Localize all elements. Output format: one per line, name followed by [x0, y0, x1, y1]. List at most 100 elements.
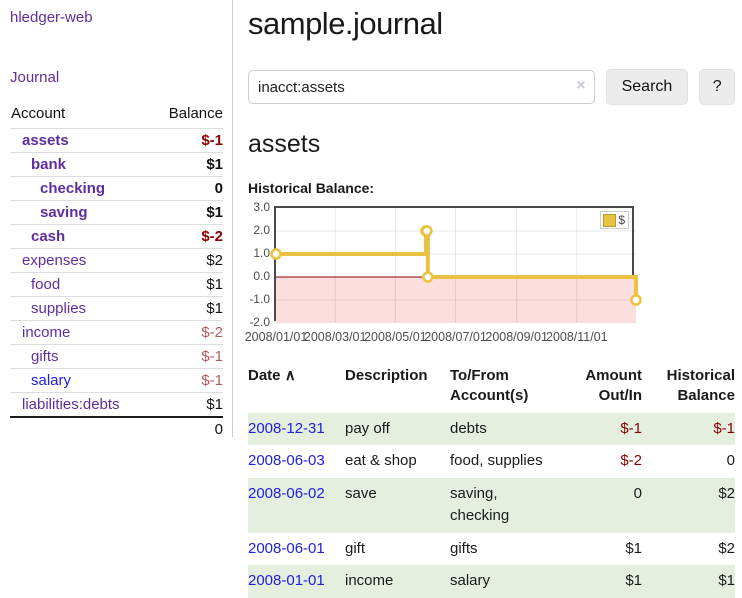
help-button[interactable]: ? [699, 69, 735, 105]
sidebar: hledger-web Journal Account Balance asse… [0, 0, 233, 437]
transaction-balance: $2 [642, 533, 735, 566]
account-balance: $1 [152, 153, 223, 177]
account-balance: $-2 [152, 225, 223, 249]
transaction-date-link[interactable]: 2008-06-02 [248, 485, 325, 502]
transaction-description: income [345, 565, 450, 598]
account-row: cash $-2 [10, 225, 223, 249]
account-row: gifts $-1 [10, 345, 223, 369]
x-axis-tick-label: 2008/11/01 [546, 330, 608, 344]
chart-plot-area[interactable]: $ [274, 206, 634, 321]
account-link-salary[interactable]: salary [31, 372, 71, 389]
account-column-header: Account [10, 103, 152, 129]
y-axis-tick-label: 3.0 [246, 200, 270, 214]
app-title-link[interactable]: hledger-web [10, 9, 93, 26]
account-balance: $-1 [152, 369, 223, 393]
transaction-date-link[interactable]: 2008-01-01 [248, 572, 325, 589]
balance-column-header: Balance [152, 103, 223, 129]
transaction-description: pay off [345, 413, 450, 446]
transaction-row: 2008-01-01 income salary $1 $1 [248, 565, 735, 598]
account-balance: $1 [152, 201, 223, 225]
account-balance: $-1 [152, 345, 223, 369]
account-link-expenses[interactable]: expenses [22, 252, 86, 269]
account-link-gifts[interactable]: gifts [31, 348, 59, 365]
account-heading: assets [248, 130, 735, 159]
transaction-balance: $2 [642, 478, 735, 533]
x-axis-tick-label: 2008/05/01 [364, 330, 427, 344]
transaction-balance: $1 [642, 565, 735, 598]
account-balance: $2 [152, 249, 223, 273]
account-link-saving[interactable]: saving [40, 204, 88, 221]
transaction-date-link[interactable]: 2008-06-03 [248, 452, 325, 469]
transaction-amount: 0 [562, 478, 642, 533]
account-row: saving $1 [10, 201, 223, 225]
chart-title: Historical Balance: [248, 180, 735, 196]
clear-search-icon[interactable]: × [576, 77, 585, 95]
balance-total: 0 [152, 417, 223, 441]
chart-legend: $ [600, 211, 629, 229]
transaction-amount: $-2 [562, 445, 642, 478]
transactions-header-row: Date ∧ Description To/From Account(s) Am… [248, 366, 735, 413]
description-column-header: Description [345, 366, 450, 413]
historical-balance-chart: $ 3.02.01.00.0-1.0-2.02008/01/012008/03/… [248, 206, 735, 348]
transaction-balance: $-1 [642, 413, 735, 446]
y-axis-tick-label: -2.0 [246, 315, 270, 329]
account-link-checking[interactable]: checking [40, 180, 105, 197]
account-table-header-row: Account Balance [10, 103, 223, 129]
journal-link[interactable]: Journal [10, 69, 59, 86]
amount-column-header: Amount Out/In [562, 366, 642, 413]
search-input[interactable] [248, 70, 595, 104]
account-link-liabilities-debts[interactable]: liabilities:debts [22, 396, 120, 413]
sort-ascending-icon: ∧ [285, 367, 296, 384]
account-link-bank[interactable]: bank [31, 156, 66, 173]
transaction-accounts: saving, checking [450, 478, 562, 533]
transaction-row: 2008-06-02 save saving, checking 0 $2 [248, 478, 735, 533]
account-balance-table: Account Balance assets $-1 bank $1 check… [10, 103, 223, 441]
series-legend-label: $ [618, 213, 625, 227]
account-link-income[interactable]: income [22, 324, 70, 341]
transaction-accounts: salary [450, 565, 562, 598]
account-balance: $-1 [152, 129, 223, 153]
accounts-column-header: To/From Account(s) [450, 366, 562, 413]
account-balance: $1 [152, 297, 223, 321]
account-balance: $1 [152, 273, 223, 297]
transactions-table: Date ∧ Description To/From Account(s) Am… [248, 366, 735, 598]
x-axis-tick-label: 2008/01/01 [245, 330, 308, 344]
x-axis-tick-label: 2008/09/01 [485, 330, 548, 344]
account-row: salary $-1 [10, 369, 223, 393]
balance-column-header: Historical Balance [642, 366, 735, 413]
y-axis-tick-label: 0.0 [246, 269, 270, 283]
series-color-swatch [603, 214, 616, 227]
y-axis-tick-label: -1.0 [246, 292, 270, 306]
x-axis-tick-label: 2008/07/01 [424, 330, 487, 344]
transaction-date-link[interactable]: 2008-06-01 [248, 540, 325, 557]
transaction-row: 2008-06-03 eat & shop food, supplies $-2… [248, 445, 735, 478]
account-row: assets $-1 [10, 129, 223, 153]
transaction-row: 2008-12-31 pay off debts $-1 $-1 [248, 413, 735, 446]
main-content: sample.journal × Search ? assets Histori… [248, 0, 735, 598]
account-link-cash[interactable]: cash [31, 228, 65, 245]
transaction-amount: $-1 [562, 413, 642, 446]
transaction-accounts: gifts [450, 533, 562, 566]
account-row: checking 0 [10, 177, 223, 201]
search-button[interactable]: Search [606, 69, 689, 105]
account-link-supplies[interactable]: supplies [31, 300, 86, 317]
balance-total-row: 0 [10, 417, 223, 441]
date-column-header[interactable]: Date ∧ [248, 366, 345, 413]
transaction-row: 2008-06-01 gift gifts $1 $2 [248, 533, 735, 566]
account-row: income $-2 [10, 321, 223, 345]
transaction-description: eat & shop [345, 445, 450, 478]
account-row: supplies $1 [10, 297, 223, 321]
account-row: bank $1 [10, 153, 223, 177]
account-row: liabilities:debts $1 [10, 393, 223, 418]
page-title: sample.journal [248, 6, 735, 42]
transaction-description: gift [345, 533, 450, 566]
account-link-assets[interactable]: assets [22, 132, 69, 149]
transaction-balance: 0 [642, 445, 735, 478]
transaction-description: save [345, 478, 450, 533]
search-form: × Search ? [248, 69, 735, 105]
account-link-food[interactable]: food [31, 276, 60, 293]
account-balance: $-2 [152, 321, 223, 345]
account-balance: $1 [152, 393, 223, 418]
transaction-accounts: food, supplies [450, 445, 562, 478]
transaction-date-link[interactable]: 2008-12-31 [248, 420, 325, 437]
